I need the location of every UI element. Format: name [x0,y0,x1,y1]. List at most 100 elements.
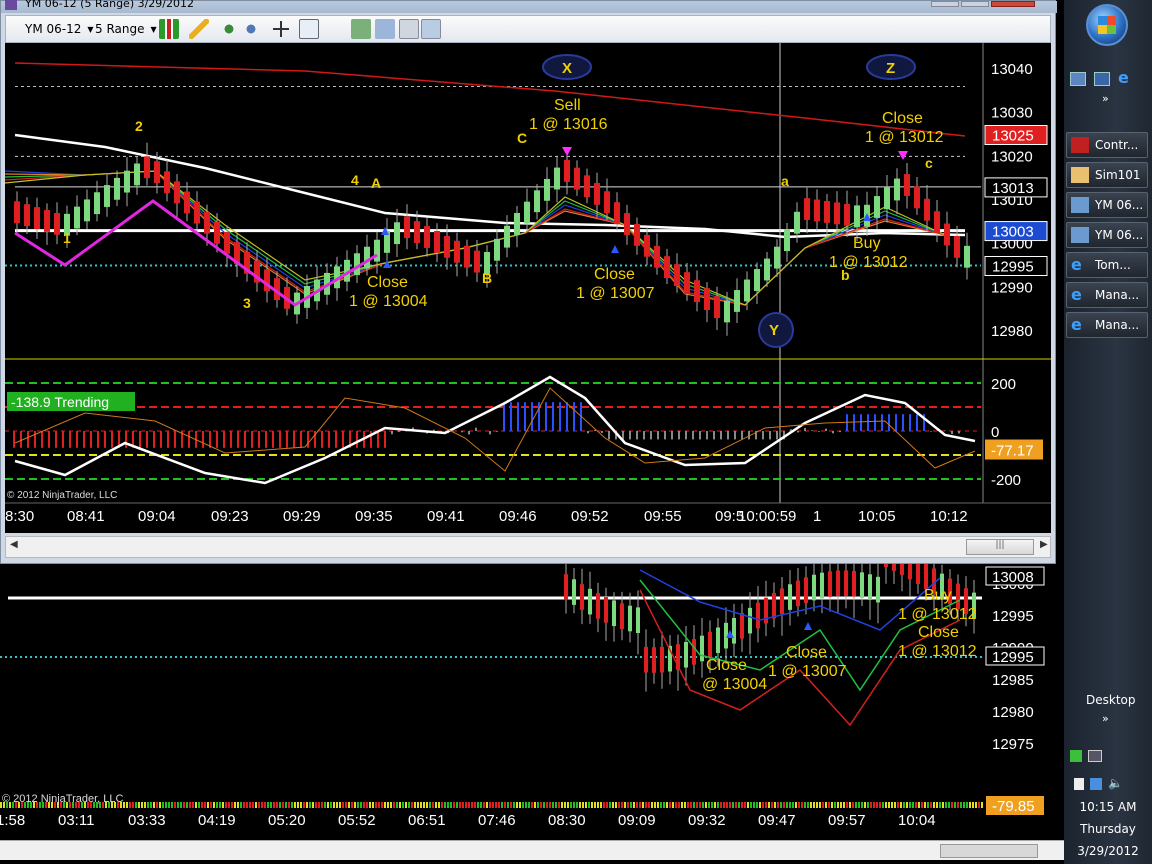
indicator-strip-dot [825,802,827,808]
indicator-strip-dot [525,802,527,808]
start-button[interactable] [1086,4,1128,46]
clock[interactable]: 10:15 AM Thursday 3/29/2012 [1064,796,1152,862]
chevron-down-icon[interactable]: » [1102,712,1109,725]
templates-icon[interactable] [421,19,441,39]
order-close-price: 1 @ 13004 [349,293,428,310]
indicator-strip-dot [978,802,980,808]
candle [744,279,750,302]
wave-label: 1 [63,230,71,246]
histogram-bar [888,414,890,431]
histogram-bar [699,431,701,440]
bar-type-icon[interactable] [159,19,179,39]
instrument-selector[interactable]: YM 06-12 ▼ [25,19,94,39]
candle [828,571,832,597]
task-button[interactable]: YM 06... [1066,192,1148,218]
indicator-strip-dot [357,802,359,808]
candle [860,572,864,598]
scroll-left-arrow[interactable]: ◀ [10,539,18,550]
indicator-strip-dot [240,802,242,808]
indicator-strip-dot [144,802,146,808]
indicator-strip-dot [915,802,917,808]
bottom-scroll-thumb[interactable] [940,844,1038,858]
switch-windows-icon[interactable] [1094,72,1110,86]
candle [604,597,608,623]
task-button[interactable]: e Tom... [1066,252,1148,278]
indicator-strip-dot [603,802,605,808]
chart-trader-icon[interactable] [351,19,371,39]
indicator-strip-dot [387,802,389,808]
volume-icon[interactable]: 🔈 [1108,776,1123,790]
histogram-bar [244,431,246,448]
close-button[interactable] [991,1,1035,7]
indicator-strip-dot [417,802,419,808]
indicator-strip-dot [633,802,635,808]
bottom-scrollbar[interactable] [0,840,1064,860]
indicator-strip-dot [384,802,386,808]
properties-icon[interactable] [399,19,419,39]
indicator-strip-dot [498,802,500,808]
indicator-strip-dot [306,802,308,808]
indicator-strip-dot [867,802,869,808]
histogram-bar [300,431,302,448]
price-marker-gray: 13013 [992,180,1034,197]
chart-canvas[interactable]: 1304013030130201301013000129901298013025… [5,43,1051,533]
indicator-strip-dot [177,802,179,808]
show-desktop-icon[interactable] [1070,72,1086,86]
candle [434,231,440,253]
indicator-strip-dot [750,802,752,808]
scroll-right-arrow[interactable]: ▶ [1040,539,1048,550]
task-button[interactable]: e Mana... [1066,282,1148,308]
task-button[interactable]: Contr... [1066,132,1148,158]
tray-icon[interactable] [1074,778,1084,790]
indicator-strip-dot [906,802,908,808]
add-indicator-icon[interactable] [219,19,239,39]
wave-label: c [925,155,933,171]
background-chart-canvas[interactable]: 1300513000129951299012985129801297513008… [0,560,1064,864]
candle [708,631,712,658]
chart-icon [1071,227,1089,243]
task-button[interactable]: e Mana... [1066,312,1148,338]
indicator-strip-dot [810,802,812,808]
data-box-icon[interactable] [375,19,395,39]
candle [716,627,720,654]
window-title-bar[interactable]: YM 06-12 (5 Range) 3/29/2012 [1,0,1057,13]
tray-network-icon[interactable] [1090,778,1102,790]
chart-scrollbar[interactable]: ◀ ||| ▶ [5,536,1051,558]
indicator-strip-dot [327,802,329,808]
time-axis-label: 09:29 [283,508,321,525]
histogram-bar [608,431,610,440]
histogram-bar [916,414,918,431]
minimize-button[interactable] [931,1,959,7]
chevron-down-icon[interactable]: » [1102,92,1109,105]
scroll-thumb[interactable]: ||| [966,539,1034,555]
indicator-strip-dot [741,802,743,808]
strategy-icon[interactable] [241,19,261,39]
ie-quicklaunch-icon[interactable]: e [1118,70,1134,86]
histogram-bar [167,431,169,448]
order-close-label: Close [786,644,827,661]
interval-selector[interactable]: 5 Range ▼ [95,19,157,39]
desktop-label[interactable]: Desktop [1086,693,1136,707]
candle [700,635,704,662]
candle [74,206,80,229]
indicator-strip-dot [699,802,701,808]
task-button[interactable]: Sim101 [1066,162,1148,188]
task-button[interactable]: YM 06... [1066,222,1148,248]
indicator-axis-label: 200 [991,376,1016,393]
crosshair-icon[interactable] [271,19,291,39]
histogram-bar [818,431,820,432]
monitor-icon[interactable] [1088,750,1102,762]
histogram-bar [377,431,379,448]
network-icon[interactable] [1070,750,1082,762]
indicator-strip-dot [258,802,260,808]
maximize-button[interactable] [961,1,989,7]
pencil-icon[interactable] [189,19,209,39]
candle [844,203,850,226]
indicator-strip-dot [753,802,755,808]
histogram-bar [76,431,78,448]
zoom-icon[interactable] [299,19,319,39]
histogram-bar [307,431,309,448]
ie-icon: e [1071,315,1082,334]
indicator-strip-dot [723,802,725,808]
histogram-bar [636,431,638,440]
